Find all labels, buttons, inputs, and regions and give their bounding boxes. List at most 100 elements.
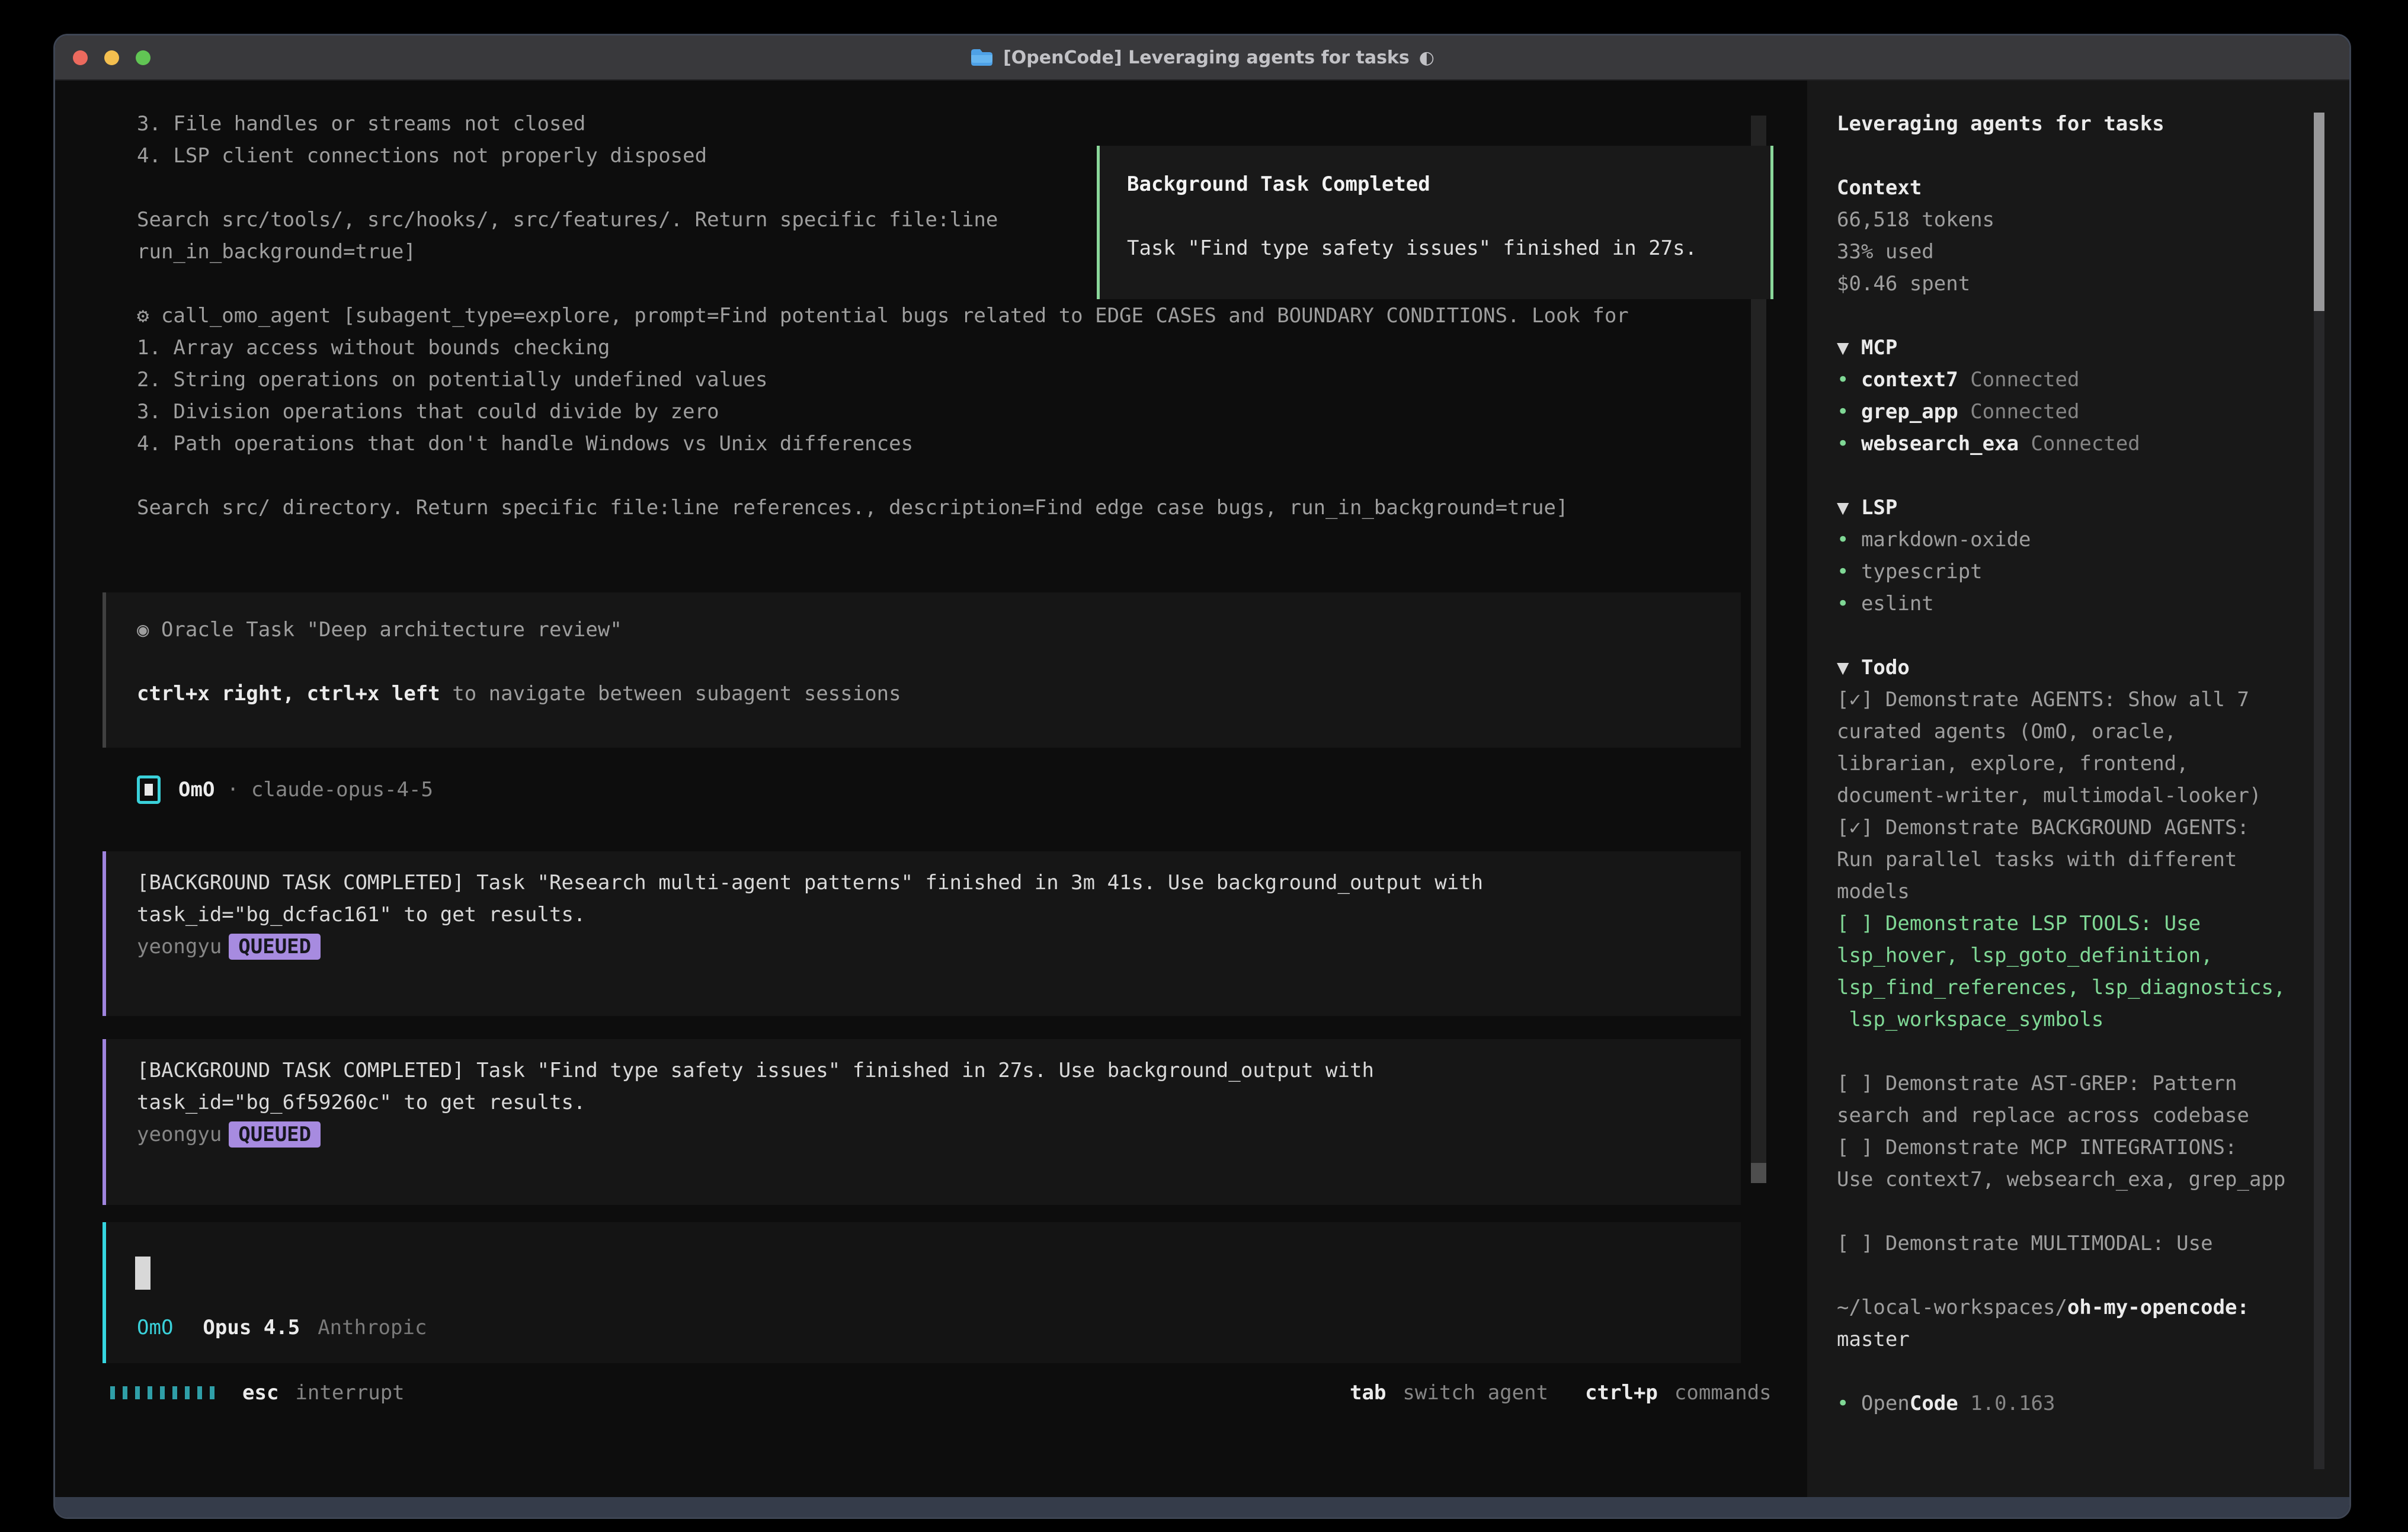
text-segment: [BACKGROUND TASK COMPLETED] Task "Resear…	[137, 871, 1483, 895]
text-segment: LSP	[1861, 496, 1897, 520]
terminal-line: 1. Array access without bounds checking	[137, 332, 1749, 364]
terminal-line	[137, 460, 1749, 492]
terminal-line: task_id="bg_6f59260c" to get results.	[137, 1086, 1741, 1118]
sidebar: Leveraging agents for tasks Context 66,51…	[1807, 81, 2351, 1499]
text-segment: document-writer, multimodal-looker)	[1837, 784, 2261, 807]
screenshot-stage: [OpenCode] Leveraging agents for tasks ◐…	[0, 0, 2408, 1532]
ctrlp-key-label: commands	[1674, 1381, 1772, 1405]
text-segment: ctrl+x right, ctrl+x left	[137, 682, 440, 706]
text-segment: search and replace across codebase	[1837, 1104, 2249, 1127]
terminal-line: models	[1837, 876, 2305, 908]
titlebar: [OpenCode] Leveraging agents for tasks ◐	[55, 36, 2349, 81]
text-segment: Todo	[1861, 656, 1910, 680]
terminal-line: [ ] Demonstrate MCP INTEGRATIONS:	[1837, 1132, 2305, 1164]
zoom-button[interactable]	[136, 50, 150, 65]
spinner-dots-icon	[110, 1386, 214, 1399]
text-segment: Connected	[2019, 432, 2140, 456]
terminal-line: 4. Path operations that don't handle Win…	[137, 428, 1749, 460]
text-segment: Context	[1837, 176, 1922, 200]
terminal-line	[1837, 1259, 2305, 1291]
agent-header: OmO · claude-opus-4-5	[137, 774, 433, 806]
text-segment: [✓] Demonstrate BACKGROUND AGENTS:	[1837, 816, 2249, 839]
terminal-line: [BACKGROUND TASK COMPLETED] Task "Resear…	[137, 867, 1741, 899]
terminal-line: ▼ LSP	[1837, 492, 2305, 524]
text-cursor	[135, 1257, 150, 1290]
terminal-line: task_id="bg_dcfac161" to get results.	[137, 899, 1741, 931]
text-segment: 1.0.163	[1958, 1392, 2055, 1415]
text-segment: typescript	[1861, 560, 1983, 584]
terminal-line: 2. String operations on potentially unde…	[137, 364, 1749, 396]
terminal-line: 3. File handles or streams not closed	[137, 108, 1749, 140]
theme-moon-icon: ◐	[1419, 47, 1434, 68]
notification-toast: Background Task Completed Task "Find typ…	[1097, 146, 1773, 299]
agent-square-icon	[137, 775, 161, 804]
text-segment: grep_app	[1861, 400, 1958, 424]
sidebar-scrollbar-track[interactable]	[2314, 113, 2324, 1469]
tab-key-hint: tab	[1350, 1381, 1386, 1405]
terminal-line: 3. Division operations that could divide…	[137, 396, 1749, 428]
prompt-input[interactable]: OmO Opus 4.5 Anthropic	[103, 1222, 1741, 1363]
terminal-line: ~/local-workspaces/oh-my-opencode:	[1837, 1291, 2305, 1323]
terminal-line	[1837, 300, 2305, 332]
terminal-line	[1837, 1355, 2305, 1387]
terminal-line: ctrl+x right, ctrl+x left to navigate be…	[137, 678, 1741, 710]
agent-dot: ·	[227, 778, 239, 802]
text-segment: eslint	[1861, 592, 1934, 616]
status-right: tab switch agent ctrl+p commands	[1350, 1377, 1772, 1409]
text-segment: [BACKGROUND TASK COMPLETED] Task "Find t…	[137, 1059, 1374, 1082]
text-segment: lsp_hover, lsp_goto_definition,	[1837, 944, 2213, 967]
terminal-line: yeongyu QUEUED	[137, 931, 1741, 963]
terminal-line: document-writer, multimodal-looker)	[1837, 780, 2305, 812]
text-segment: ⚙ call_omo_agent [subagent_type=explore,…	[137, 304, 1629, 328]
terminal-line: [ ] Demonstrate LSP TOOLS: Use	[1837, 908, 2305, 940]
agent-separator	[214, 778, 226, 802]
terminal-line: • OpenCode 1.0.163	[1837, 1387, 2305, 1419]
ctrlp-key-hint: ctrl+p	[1585, 1381, 1658, 1405]
text-segment: [ ] Demonstrate AST-GREP: Pattern	[1837, 1072, 2237, 1095]
terminal-line: librarian, explore, frontend,	[1837, 748, 2305, 780]
notification-body: Task "Find type safety issues" finished …	[1127, 232, 1770, 264]
text-segment: •	[1837, 368, 1861, 392]
text-segment: Search src/ directory. Return specific f…	[137, 496, 1568, 520]
chat-scrollbar-thumb[interactable]	[1751, 1163, 1766, 1183]
terminal-line: Use context7, websearch_exa, grep_app	[1837, 1164, 2305, 1196]
input-model-name: Opus 4.5	[203, 1316, 300, 1339]
text-segment: master	[1837, 1328, 1910, 1351]
terminal-line: Context	[1837, 172, 2305, 204]
window-bottom-band	[55, 1497, 2349, 1517]
sidebar-scrollbar-thumb[interactable]	[2314, 113, 2324, 311]
text-segment: Open	[1861, 1392, 1910, 1415]
text-segment: oh-my-opencode:	[2067, 1296, 2249, 1319]
terminal-line: lsp_hover, lsp_goto_definition,	[1837, 940, 2305, 972]
close-button[interactable]	[73, 50, 88, 65]
terminal-line: • websearch_exa Connected	[1837, 428, 2305, 460]
terminal-line: yeongyuQUEUED	[137, 1118, 1741, 1150]
text-segment: models	[1837, 880, 1910, 903]
text-segment: 66,518 tokens	[1837, 208, 1994, 232]
text-segment: ▼	[1837, 656, 1861, 680]
terminal-line: • typescript	[1837, 556, 2305, 588]
input-footer: OmO Opus 4.5 Anthropic	[137, 1312, 427, 1344]
terminal-line: lsp_workspace_symbols	[1837, 1004, 2305, 1036]
terminal-line: master	[1837, 1323, 2305, 1355]
text-segment: MCP	[1861, 336, 1897, 360]
input-agent-name: OmO	[137, 1316, 173, 1339]
terminal-line: lsp_find_references, lsp_diagnostics,	[1837, 972, 2305, 1004]
traffic-lights	[73, 36, 150, 79]
text-segment: yeongyu	[137, 1123, 222, 1146]
status-badge: QUEUED	[229, 934, 321, 960]
text-segment: ▼	[1837, 496, 1861, 520]
terminal-line: [✓] Demonstrate AGENTS: Show all 7	[1837, 684, 2305, 716]
text-segment: Connected	[1958, 368, 2080, 392]
text-segment: Search src/tools/, src/hooks/, src/featu…	[137, 208, 998, 232]
text-segment: [ ] Demonstrate LSP TOOLS: Use	[1837, 912, 2201, 935]
terminal-line: • grep_app Connected	[1837, 396, 2305, 428]
text-segment: run_in_background=true]	[137, 240, 416, 264]
text-segment: 4. Path operations that don't handle Win…	[137, 432, 913, 456]
terminal-line: ▼ Todo	[1837, 652, 2305, 684]
terminal-line	[1837, 1036, 2305, 1068]
text-segment: yeongyu	[137, 935, 222, 959]
status-left: esc interrupt	[110, 1377, 405, 1409]
minimize-button[interactable]	[104, 50, 119, 65]
terminal-line: Leveraging agents for tasks	[1837, 108, 2305, 140]
